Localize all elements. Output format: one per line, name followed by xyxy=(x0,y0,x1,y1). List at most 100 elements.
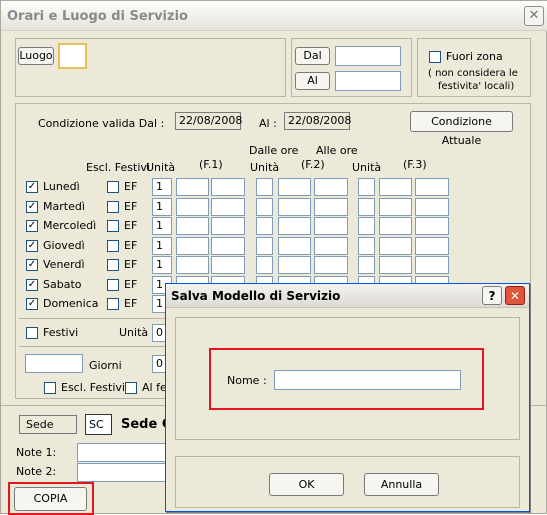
header-f3: (F.3) xyxy=(403,158,427,171)
time-input[interactable] xyxy=(379,178,412,196)
time-input[interactable] xyxy=(176,217,209,235)
ef-label: EF xyxy=(124,258,138,271)
day-checkbox[interactable]: ✓ xyxy=(26,259,38,271)
day-checkbox[interactable]: ✓ xyxy=(26,220,38,232)
day-checkbox[interactable]: ✓ xyxy=(26,201,38,213)
escl-festivi-checkbox[interactable] xyxy=(107,298,119,310)
time-input[interactable] xyxy=(211,217,245,235)
note-2-input[interactable] xyxy=(77,463,177,482)
time-input[interactable] xyxy=(415,217,449,235)
day-checkbox[interactable]: ✓ xyxy=(26,279,38,291)
ef-label: EF xyxy=(124,239,138,252)
time-input[interactable] xyxy=(415,198,449,216)
fuori-zona-note-2: festivita' locali) xyxy=(438,81,515,92)
unita-input[interactable]: 1 xyxy=(152,256,172,274)
time-input[interactable] xyxy=(278,178,311,196)
time-input[interactable] xyxy=(278,237,311,255)
time-input[interactable] xyxy=(358,256,375,274)
time-input[interactable] xyxy=(211,256,245,274)
time-input[interactable] xyxy=(314,198,348,216)
time-input[interactable] xyxy=(415,237,449,255)
annulla-button[interactable]: Annulla xyxy=(364,473,439,496)
fuori-zona-note-1: ( non considera le xyxy=(428,68,518,79)
time-input[interactable] xyxy=(314,217,348,235)
time-input[interactable] xyxy=(278,217,311,235)
time-input[interactable] xyxy=(211,237,245,255)
time-input[interactable] xyxy=(358,178,375,196)
sede-code-input[interactable]: SC xyxy=(85,414,112,435)
luogo-button[interactable]: Luogo xyxy=(18,47,54,65)
time-input[interactable] xyxy=(256,198,273,216)
time-input[interactable] xyxy=(358,237,375,255)
time-input[interactable] xyxy=(314,178,348,196)
time-input[interactable] xyxy=(211,198,245,216)
time-input[interactable] xyxy=(176,237,209,255)
unita-input[interactable]: 1 xyxy=(152,198,172,216)
dal-button[interactable]: Dal xyxy=(295,47,330,65)
escl-festivi-checkbox[interactable] xyxy=(107,259,119,271)
dialog-button-group xyxy=(175,456,520,508)
escl-festivi-checkbox[interactable] xyxy=(107,279,119,291)
time-input[interactable] xyxy=(176,198,209,216)
festivi-label: Festivi xyxy=(43,326,79,339)
time-input[interactable] xyxy=(314,256,348,274)
festivi-checkbox[interactable] xyxy=(26,327,38,339)
note-1-input[interactable] xyxy=(77,443,177,462)
giorni-label: Giorni xyxy=(89,359,122,372)
time-input[interactable] xyxy=(176,178,209,196)
close-icon[interactable]: ✕ xyxy=(505,286,525,305)
time-input[interactable] xyxy=(211,178,245,196)
time-input[interactable] xyxy=(358,198,375,216)
luogo-input[interactable] xyxy=(58,43,87,69)
ef-label: EF xyxy=(124,180,138,193)
festivi-unita-input[interactable]: 0 xyxy=(152,324,166,342)
day-label: Lunedì xyxy=(43,180,80,193)
ef-label: EF xyxy=(124,297,138,310)
al-input[interactable] xyxy=(335,71,401,91)
time-input[interactable] xyxy=(256,178,273,196)
help-icon[interactable]: ? xyxy=(482,286,502,305)
nome-input[interactable] xyxy=(274,370,461,390)
al-fe-checkbox[interactable] xyxy=(125,382,137,394)
condizione-attuale-button[interactable]: Condizione Attuale xyxy=(410,111,513,147)
day-checkbox[interactable]: ✓ xyxy=(26,298,38,310)
escl-festivi-checkbox[interactable] xyxy=(107,220,119,232)
giorni-value[interactable]: 0 xyxy=(152,355,166,373)
day-checkbox[interactable]: ✓ xyxy=(26,240,38,252)
copia-button[interactable]: COPIA xyxy=(14,487,87,511)
escl-festivi-checkbox[interactable] xyxy=(107,201,119,213)
escl-festivi-checkbox[interactable] xyxy=(107,181,119,193)
escl-festivi-checkbox[interactable] xyxy=(107,240,119,252)
ok-button[interactable]: OK xyxy=(269,473,344,496)
time-input[interactable] xyxy=(379,256,412,274)
time-input[interactable] xyxy=(176,256,209,274)
time-input[interactable] xyxy=(256,256,273,274)
header-f1: (F.1) xyxy=(199,158,223,171)
time-input[interactable] xyxy=(314,237,348,255)
giorni-input[interactable] xyxy=(25,354,83,373)
time-input[interactable] xyxy=(256,237,273,255)
time-input[interactable] xyxy=(379,237,412,255)
header-unita-1: Unità xyxy=(146,161,176,174)
sede-label: Sede xyxy=(19,415,77,434)
day-checkbox[interactable]: ✓ xyxy=(26,181,38,193)
time-input[interactable] xyxy=(278,198,311,216)
giorni-escl-checkbox[interactable] xyxy=(44,382,56,394)
unita-input[interactable]: 1 xyxy=(152,178,172,196)
al-button[interactable]: Al xyxy=(295,72,330,90)
time-input[interactable] xyxy=(358,217,375,235)
time-input[interactable] xyxy=(379,198,412,216)
time-input[interactable] xyxy=(256,217,273,235)
title-bar: Orari e Luogo di Servizio ✕ xyxy=(1,1,547,31)
time-input[interactable] xyxy=(415,256,449,274)
unita-input[interactable]: 1 xyxy=(152,237,172,255)
time-input[interactable] xyxy=(379,217,412,235)
dialog-title-bar: Salva Modello di Servizio ? ✕ xyxy=(166,284,529,308)
time-input[interactable] xyxy=(415,178,449,196)
save-template-dialog: Salva Modello di Servizio ? ✕ Nome : OK … xyxy=(165,283,530,512)
dal-input[interactable] xyxy=(335,46,401,66)
fuori-zona-checkbox[interactable] xyxy=(429,51,441,63)
time-input[interactable] xyxy=(278,256,311,274)
unita-input[interactable]: 1 xyxy=(152,217,172,235)
close-icon[interactable]: ✕ xyxy=(524,6,544,26)
